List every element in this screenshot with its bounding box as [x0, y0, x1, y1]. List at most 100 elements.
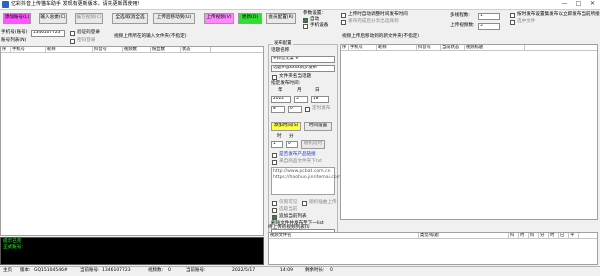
thread-count-label: 多线程数:	[450, 13, 470, 18]
year-select[interactable]: 2022	[271, 96, 291, 103]
link-list[interactable]: http://www.pcbat.com.cn https://haohuo.j…	[271, 167, 341, 195]
add-time-button[interactable]: 添加时间(S)	[271, 122, 301, 131]
column-header[interactable]: 时	[519, 233, 529, 239]
thread-count-select[interactable]: 1	[478, 13, 500, 20]
maximize-button[interactable]: □	[572, 1, 585, 9]
folder-topic-checkbox[interactable]	[272, 75, 277, 80]
update-button[interactable]: 更新(D)	[238, 13, 262, 24]
upload-status-table[interactable]: 序 手机号 昵称 抖音号 当前状态 视频标题	[340, 44, 598, 220]
column-header[interactable]: 类型/标题	[419, 233, 509, 239]
column-header[interactable]: 手机号	[11, 47, 46, 53]
timed-publish-checkbox[interactable]	[305, 107, 310, 112]
column-header[interactable]: 已	[559, 233, 569, 239]
append-list-checkbox[interactable]	[272, 215, 277, 220]
txt-link-label: 来自商品文件夹下txt	[279, 159, 323, 164]
upload-count-input[interactable]: 5	[478, 23, 500, 30]
month-select[interactable]: 5	[294, 96, 308, 103]
topic-input[interactable]: 话题#@xxxx同步发布	[271, 65, 335, 72]
auto-radio[interactable]	[303, 18, 308, 23]
random-delay-button[interactable]: 随机延时	[301, 140, 325, 149]
column-header[interactable]: 平	[569, 233, 579, 239]
topic-label: 话题名称	[271, 48, 290, 53]
day-select[interactable]: 18	[311, 96, 329, 103]
manual-radio[interactable]	[303, 24, 308, 29]
select-current-label: 选取当前	[279, 207, 298, 212]
link-url: http://www.pcbat.com.cn	[273, 169, 331, 174]
product-link-label: 是否发布产品链接	[279, 152, 316, 157]
title-bar: 亿彩抖音上传猫车助手 发现有更新版本，请先更新再使用! — □ ✕	[0, 0, 600, 10]
product-link-checkbox[interactable]	[272, 153, 277, 158]
timed-publish-label: 定时发布	[312, 106, 331, 111]
column-header[interactable]: 抖音号	[93, 47, 123, 53]
column-header[interactable]: 手机号	[349, 45, 377, 51]
txt-link-checkbox[interactable]	[272, 160, 277, 165]
account-table[interactable]: 序 手机号 昵称 抖音号 视频数 粉丝数 状态	[0, 46, 264, 236]
minimize-button[interactable]: —	[558, 1, 571, 9]
column-header[interactable]: 昵称	[46, 47, 93, 53]
account-list-label: 账号列表(N)	[1, 38, 27, 43]
member-config-button[interactable]: 会员配置(R)	[266, 13, 296, 24]
schedule-checkbox[interactable]	[341, 13, 346, 18]
log-console: 提示已完 正式账号:	[0, 237, 264, 265]
remaining-value: 0	[330, 268, 333, 273]
desc-input[interactable]: #抖音文案 #	[271, 56, 335, 63]
year-label: 年	[278, 88, 283, 93]
status-date: 2022/5/17	[232, 268, 256, 273]
remaining-label: 剩余时长:	[305, 268, 325, 273]
params-label: 参数设置:	[303, 11, 323, 16]
column-header[interactable]: 序	[341, 45, 349, 51]
select-all-button[interactable]: 全选/取消全选	[112, 13, 148, 24]
day-label: 日	[315, 88, 320, 93]
column-header[interactable]: 序	[1, 47, 11, 53]
active-account-label: 当前账号:	[186, 268, 206, 273]
only-share-label: 选中文件	[517, 19, 536, 24]
window-title: 亿彩抖音上传猫车助手 发现有更新版本，请先更新再使用!	[11, 1, 140, 7]
move-folder-label: 视频上传后移动到的新文件夹(不指定)	[342, 34, 420, 39]
column-header[interactable]: 状态	[181, 47, 211, 53]
upload-count-label: 上传视频数:	[450, 23, 475, 28]
minute-select[interactable]: 0	[288, 106, 302, 113]
column-header[interactable]: 抖	[529, 233, 539, 239]
edit-video-button[interactable]: 编写视频(C)	[75, 13, 103, 24]
select-current-checkbox[interactable]	[272, 208, 277, 213]
random-insert-checkbox[interactable]	[302, 201, 307, 206]
schedule-label: 上传时自动调整时间发布时间	[348, 12, 408, 17]
column-header[interactable]: 粉丝数	[151, 47, 181, 53]
column-header[interactable]: 抖	[509, 233, 519, 239]
column-header[interactable]: 时	[549, 233, 559, 239]
close-button[interactable]: ✕	[586, 1, 599, 9]
log-line: 正式账号:	[3, 245, 23, 250]
pending-videos-table[interactable]: 视频文件名 类型/标题 抖 时 抖 分 时 已 平	[268, 232, 598, 265]
move-after-upload-button[interactable]: 上传后移动到(U)	[153, 13, 195, 24]
pwd-login-checkbox[interactable]	[70, 39, 75, 44]
video-path-label: 视频上传所在的输入文件夹(不指定)	[114, 34, 187, 39]
column-header[interactable]: 分	[539, 233, 549, 239]
pending-videos-label: 待上传的视频列表(I)	[268, 225, 310, 230]
column-header[interactable]: 视频标题	[465, 45, 525, 51]
add-account-button[interactable]: 添加账号(L)	[3, 13, 31, 24]
upload-video-button[interactable]: 上传视频(V)	[204, 13, 234, 24]
time-config-button[interactable]: 时间设置	[304, 122, 332, 131]
column-header[interactable]: 视频文件名	[269, 233, 419, 239]
visible-only-checkbox[interactable]	[272, 201, 277, 206]
verify-login-checkbox[interactable]	[70, 31, 75, 36]
column-header[interactable]: 视频数	[123, 47, 151, 53]
append-list-label: 追加当前列表	[279, 214, 307, 219]
column-header[interactable]: 昵称	[377, 45, 417, 51]
interval-hour-label: 时	[277, 134, 282, 139]
only-share-checkbox[interactable]	[510, 20, 515, 25]
interval-hour-input[interactable]: 1	[271, 141, 283, 148]
interval-min-input[interactable]: 0	[286, 141, 298, 148]
import-config-button[interactable]: 输入总委(C)	[39, 13, 67, 24]
app-icon	[2, 1, 9, 8]
hour-select[interactable]: 8	[271, 106, 285, 113]
share-checkbox[interactable]	[341, 20, 346, 25]
column-header[interactable]: 当前状态	[441, 45, 465, 51]
month-label: 月	[297, 88, 302, 93]
share-label: 发布完成后分享出选择到	[348, 19, 399, 24]
video-count-value: 0	[168, 268, 171, 273]
column-header[interactable]: 抖音号	[417, 45, 441, 51]
sync-checkbox[interactable]	[510, 13, 515, 18]
phone-input[interactable]: 1346107723	[31, 30, 65, 37]
status-time: 14:09	[280, 268, 293, 273]
